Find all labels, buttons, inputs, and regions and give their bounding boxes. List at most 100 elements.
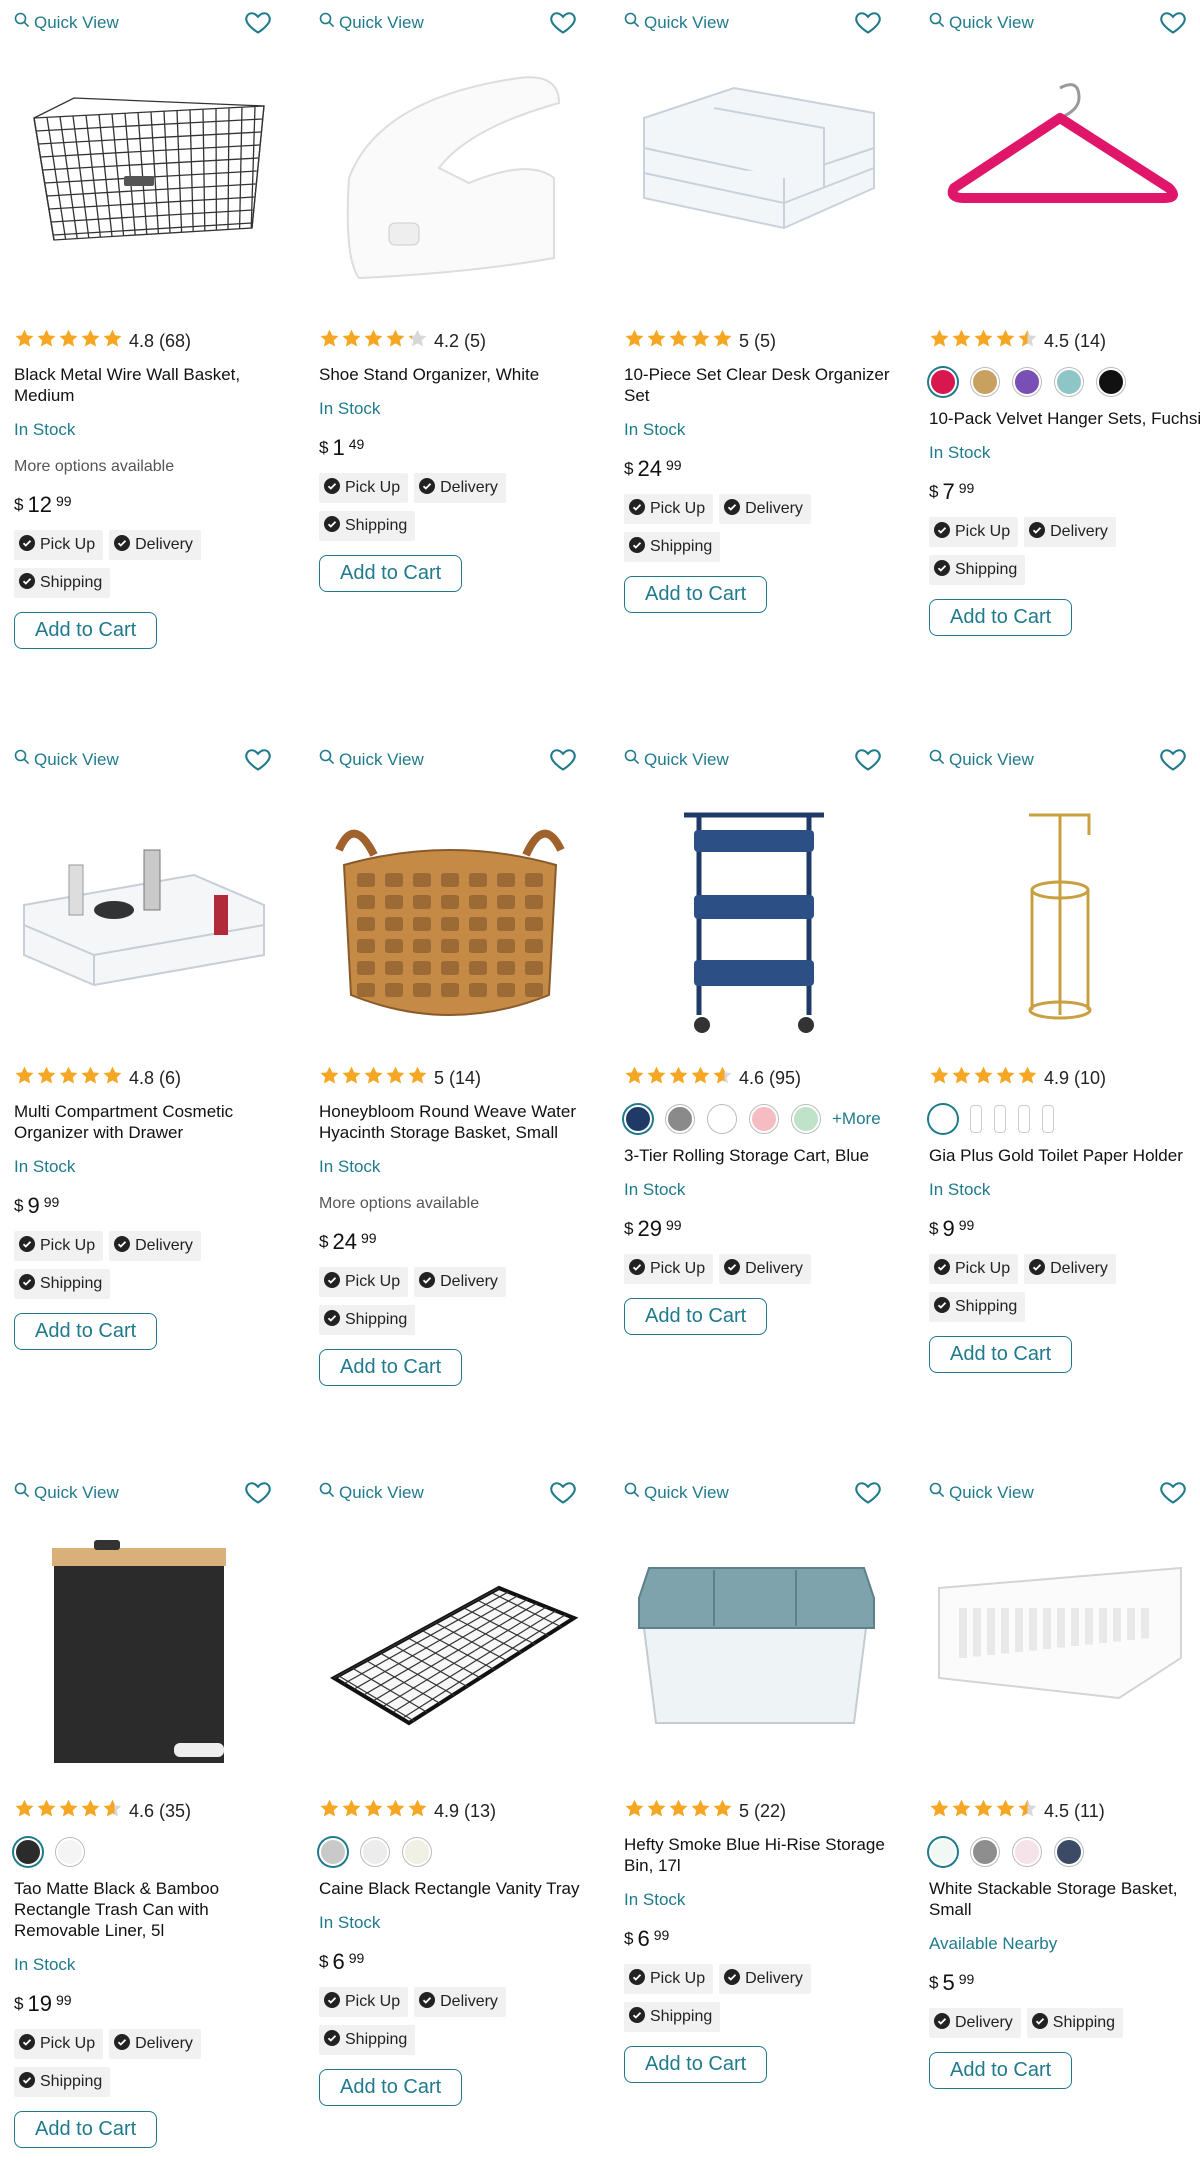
- stock-status: In Stock: [929, 1180, 991, 1199]
- price-currency: $: [14, 495, 24, 514]
- heart-icon[interactable]: [244, 8, 272, 36]
- badge-label: Shipping: [40, 2073, 103, 2090]
- quick-view-link[interactable]: Quick View: [929, 749, 1034, 770]
- product-name[interactable]: White Stackable Storage Basket, Small: [929, 1878, 1200, 1920]
- add-to-cart-button[interactable]: Add to Cart: [929, 2052, 1073, 2089]
- product-name[interactable]: Shoe Stand Organizer, White: [319, 364, 604, 385]
- color-swatch[interactable]: [56, 1838, 84, 1866]
- product-image[interactable]: [319, 58, 581, 308]
- color-swatch[interactable]: [995, 1106, 1005, 1132]
- price-cents: 49: [348, 436, 365, 452]
- quick-view-link[interactable]: Quick View: [929, 12, 1034, 33]
- add-to-cart-button[interactable]: Add to Cart: [14, 612, 158, 649]
- quick-view-link[interactable]: Quick View: [624, 1482, 729, 1503]
- heart-icon[interactable]: [244, 1478, 272, 1506]
- product-name[interactable]: 10-Pack Velvet Hanger Sets, Fuchsia: [929, 408, 1200, 429]
- heart-icon[interactable]: [244, 745, 272, 773]
- color-swatch[interactable]: [971, 1106, 981, 1132]
- product-name[interactable]: Black Metal Wire Wall Basket, Medium: [14, 364, 299, 406]
- quick-view-link[interactable]: Quick View: [929, 1482, 1034, 1503]
- add-to-cart-button[interactable]: Add to Cart: [319, 2069, 463, 2106]
- color-swatch[interactable]: [1055, 368, 1083, 396]
- color-swatch[interactable]: [971, 368, 999, 396]
- product-image[interactable]: [319, 1528, 581, 1778]
- product-image[interactable]: [14, 1528, 276, 1778]
- heart-icon[interactable]: [549, 1478, 577, 1506]
- color-swatch[interactable]: [1019, 1106, 1029, 1132]
- color-swatch[interactable]: [14, 1838, 42, 1866]
- color-swatch[interactable]: [1013, 368, 1041, 396]
- product-image[interactable]: [929, 795, 1191, 1045]
- product-name[interactable]: Tao Matte Black & Bamboo Rectangle Trash…: [14, 1878, 299, 1941]
- heart-icon[interactable]: [549, 8, 577, 36]
- heart-icon[interactable]: [854, 8, 882, 36]
- search-icon: [14, 12, 30, 33]
- quick-view-link[interactable]: Quick View: [624, 749, 729, 770]
- heart-icon[interactable]: [854, 745, 882, 773]
- color-swatch[interactable]: [929, 368, 957, 396]
- color-swatch[interactable]: [624, 1105, 652, 1133]
- color-swatch[interactable]: [929, 1838, 957, 1866]
- product-name[interactable]: Gia Plus Gold Toilet Paper Holder: [929, 1145, 1200, 1166]
- color-swatch[interactable]: [403, 1838, 431, 1866]
- add-to-cart-button[interactable]: Add to Cart: [624, 576, 768, 613]
- heart-icon[interactable]: [854, 1478, 882, 1506]
- color-swatch[interactable]: [792, 1105, 820, 1133]
- more-swatches-link[interactable]: +More: [832, 1109, 881, 1129]
- product-name[interactable]: Hefty Smoke Blue Hi-Rise Storage Bin, 17…: [624, 1834, 909, 1876]
- check-circle-icon: [324, 1309, 340, 1331]
- product-image[interactable]: [624, 795, 886, 1045]
- product-name[interactable]: Caine Black Rectangle Vanity Tray: [319, 1878, 604, 1899]
- add-to-cart-button[interactable]: Add to Cart: [14, 2111, 158, 2148]
- heart-icon[interactable]: [1159, 745, 1187, 773]
- color-swatch[interactable]: [1043, 1106, 1053, 1132]
- product-image[interactable]: [14, 58, 276, 308]
- product-image[interactable]: [624, 1528, 886, 1778]
- stock-status: In Stock: [624, 1180, 686, 1199]
- star-icon: [341, 328, 362, 354]
- badge-label: Pick Up: [345, 479, 401, 496]
- add-to-cart-button[interactable]: Add to Cart: [624, 1298, 768, 1335]
- product-image[interactable]: [929, 58, 1191, 308]
- product-image[interactable]: [14, 795, 276, 1045]
- color-swatch[interactable]: [708, 1105, 736, 1133]
- color-swatch[interactable]: [1055, 1838, 1083, 1866]
- price-cents: 99: [360, 1230, 377, 1246]
- add-to-cart-button[interactable]: Add to Cart: [319, 1349, 463, 1386]
- add-to-cart-button[interactable]: Add to Cart: [929, 599, 1073, 636]
- product-image[interactable]: [624, 58, 886, 308]
- quick-view-link[interactable]: Quick View: [14, 12, 119, 33]
- star-icon: [80, 1798, 101, 1824]
- heart-icon[interactable]: [549, 745, 577, 773]
- heart-icon[interactable]: [1159, 8, 1187, 36]
- heart-icon[interactable]: [1159, 1478, 1187, 1506]
- quick-view-link[interactable]: Quick View: [624, 12, 729, 33]
- product-image[interactable]: [929, 1528, 1191, 1778]
- color-swatch[interactable]: [319, 1838, 347, 1866]
- product-name[interactable]: 10-Piece Set Clear Desk Organizer Set: [624, 364, 909, 406]
- quick-view-link[interactable]: Quick View: [14, 749, 119, 770]
- quick-view-link[interactable]: Quick View: [319, 12, 424, 33]
- product-name[interactable]: 3-Tier Rolling Storage Cart, Blue: [624, 1145, 909, 1166]
- rating-value: 5 (5): [739, 330, 777, 351]
- color-swatch[interactable]: [1097, 368, 1125, 396]
- color-swatch[interactable]: [1013, 1838, 1041, 1866]
- badge-label: Delivery: [440, 1993, 498, 2010]
- quick-view-link[interactable]: Quick View: [319, 1482, 424, 1503]
- color-swatch[interactable]: [750, 1105, 778, 1133]
- color-swatch[interactable]: [361, 1838, 389, 1866]
- product-name[interactable]: Honeybloom Round Weave Water Hyacinth St…: [319, 1101, 604, 1143]
- color-swatch[interactable]: [971, 1838, 999, 1866]
- add-to-cart-button[interactable]: Add to Cart: [624, 2046, 768, 2083]
- add-to-cart-button[interactable]: Add to Cart: [319, 555, 463, 592]
- star-icon: [712, 1798, 733, 1824]
- product-name[interactable]: Multi Compartment Cosmetic Organizer wit…: [14, 1101, 299, 1143]
- add-to-cart-button[interactable]: Add to Cart: [14, 1313, 158, 1350]
- add-to-cart-button[interactable]: Add to Cart: [929, 1336, 1073, 1373]
- color-swatch[interactable]: [929, 1105, 957, 1133]
- product-image[interactable]: [319, 795, 581, 1045]
- color-swatch[interactable]: [666, 1105, 694, 1133]
- quick-view-link[interactable]: Quick View: [14, 1482, 119, 1503]
- delivery-badge: Delivery: [414, 1267, 506, 1297]
- quick-view-link[interactable]: Quick View: [319, 749, 424, 770]
